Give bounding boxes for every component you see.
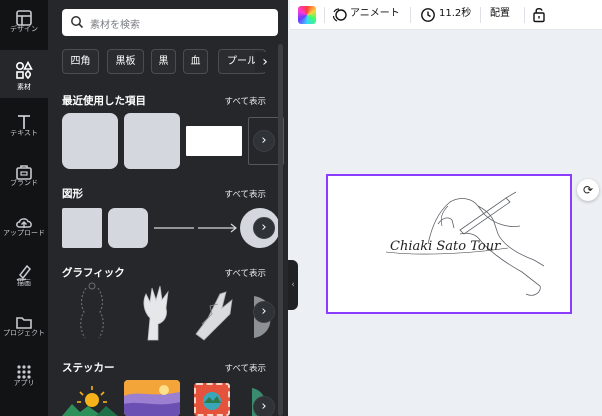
keyword-chip[interactable]: 四角	[62, 49, 99, 74]
design-page[interactable]: Chiaki Sato Tour	[326, 174, 572, 314]
sidebar-item-label: 描画	[17, 279, 31, 287]
sidebar-item-label: テキスト	[10, 129, 38, 137]
sidebar-item-design[interactable]: デザイン	[0, 0, 48, 50]
collapse-panel-handle[interactable]: ‹	[288, 260, 298, 310]
position-button[interactable]: 配置	[490, 0, 510, 30]
section-title-stickers: ステッカー	[62, 362, 115, 374]
sidebar-item-brand[interactable]: ブランド	[0, 154, 48, 204]
see-all-link[interactable]: すべて表示	[224, 267, 266, 279]
sidebar-item-label: ブランド	[10, 179, 38, 187]
chevron-right-icon[interactable]: ›	[253, 217, 275, 239]
chevron-right-icon[interactable]: ›	[253, 301, 275, 323]
editor-toolbar: アニメート 11.2秒 配置	[290, 0, 602, 30]
sidebar-item-label: デザイン	[10, 25, 38, 33]
sidebar-item-elements[interactable]: 素材	[0, 50, 48, 98]
sticker-sun-landscape[interactable]	[62, 380, 118, 416]
rotate-icon[interactable]: ⟳	[577, 179, 599, 201]
sidebar-item-label: プロジェクト	[3, 329, 45, 337]
shape-rounded-square[interactable]	[108, 208, 148, 248]
panel-scrollbar[interactable]	[278, 44, 283, 416]
sidebar-item-projects[interactable]: プロジェクト	[0, 304, 48, 354]
sidebar-item-upload[interactable]: アップロード	[0, 204, 48, 254]
signature-artwork[interactable]: Chiaki Sato Tour	[328, 176, 570, 312]
sidebar-item-draw[interactable]: 描画	[0, 254, 48, 304]
recent-item[interactable]	[124, 113, 180, 169]
animate-icon	[332, 8, 347, 22]
graphic-torso-outline[interactable]	[68, 282, 116, 340]
see-all-link[interactable]: すべて表示	[224, 362, 266, 374]
shape-square[interactable]	[62, 208, 102, 248]
signature-text: Chiaki Sato Tour	[390, 239, 501, 254]
see-all-link[interactable]: すべて表示	[224, 188, 266, 200]
recent-item[interactable]	[186, 126, 242, 156]
toolbar-divider	[324, 7, 325, 23]
sidebar-item-label: アップロード	[3, 229, 45, 237]
chevron-right-icon[interactable]: ›	[253, 396, 275, 416]
graphic-hand[interactable]	[136, 282, 176, 342]
color-picker-swatch[interactable]	[298, 6, 316, 24]
search-placeholder: 素材を検索	[90, 20, 140, 31]
animate-label: アニメート	[350, 8, 400, 19]
sticker-travel-stamp[interactable]	[194, 383, 230, 416]
sidebar-item-text[interactable]: テキスト	[0, 104, 48, 154]
sidebar-item-label: 素材	[17, 83, 31, 91]
keyword-chip[interactable]: 黒	[151, 49, 176, 74]
recent-item[interactable]	[62, 113, 118, 169]
graphic-hands[interactable]	[190, 284, 238, 342]
chevron-right-icon[interactable]: ›	[253, 130, 275, 152]
see-all-link[interactable]: すべて表示	[224, 95, 266, 107]
clock-icon	[421, 8, 435, 22]
sticker-sunset[interactable]	[124, 380, 180, 416]
section-title-shapes: 図形	[62, 188, 83, 200]
toolbar-divider	[410, 7, 411, 23]
chevron-right-icon[interactable]: ›	[255, 52, 275, 72]
sidebar-item-apps[interactable]: アプリ	[0, 354, 48, 404]
shape-arrow[interactable]	[196, 222, 240, 234]
section-title-recent: 最近使用した項目	[62, 95, 146, 107]
lock-icon	[533, 7, 545, 23]
search-input[interactable]: 素材を検索	[62, 9, 278, 36]
keyword-chip[interactable]: 黒板	[107, 49, 144, 74]
duration-value: 11.2秒	[439, 8, 472, 19]
side-navigation: デザイン 素材 テキスト ブランド アップロード 描画 プロジェクト アプリ	[0, 0, 48, 416]
toolbar-divider	[524, 7, 525, 23]
elements-panel: 素材を検索 四角 黒板 黒 血 プール › 最近使用した項目 すべて表示 › 図…	[48, 0, 288, 416]
keyword-chip[interactable]: 血	[183, 49, 208, 74]
section-title-graphics: グラフィック	[62, 267, 125, 279]
elements-icon	[15, 60, 33, 80]
search-icon	[71, 16, 84, 29]
sidebar-item-label: アプリ	[13, 379, 35, 387]
toolbar-divider	[480, 7, 481, 23]
shape-line[interactable]	[152, 222, 196, 234]
